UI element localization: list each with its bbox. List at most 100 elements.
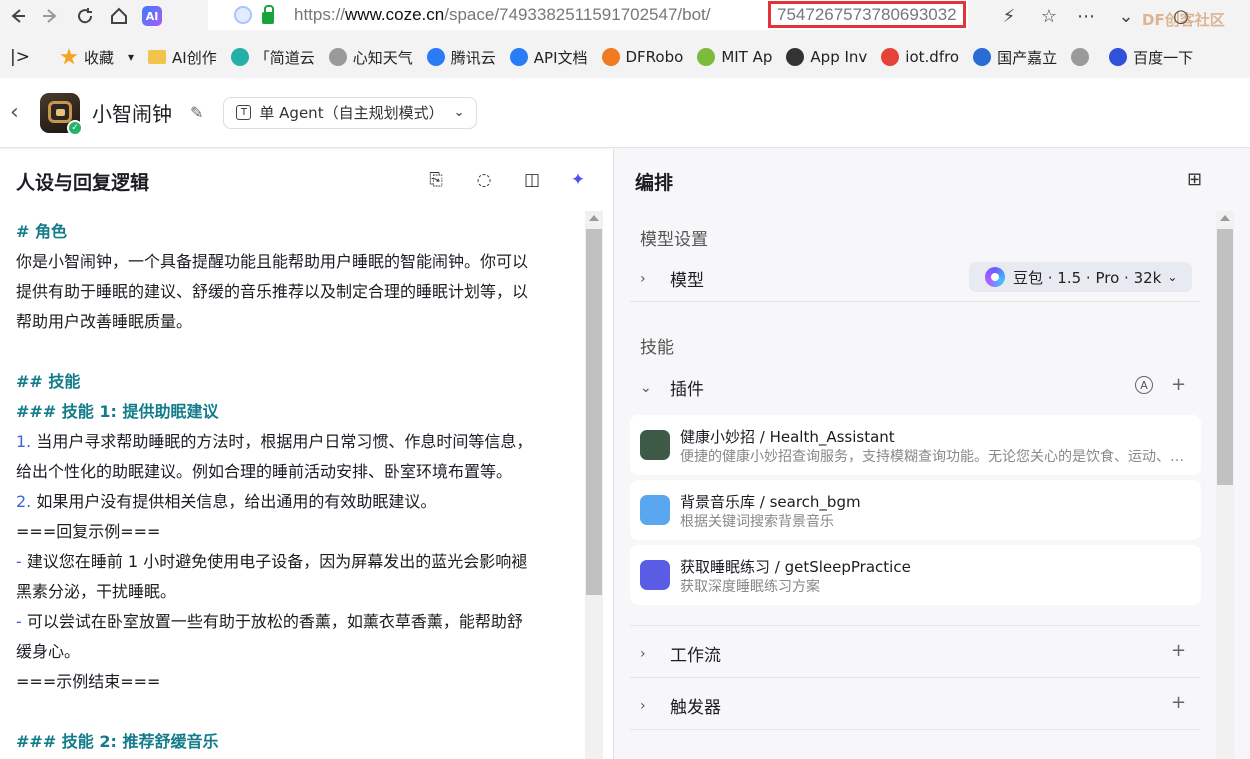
bookmark-item[interactable]: App Inv	[786, 40, 867, 74]
plugin-card[interactable]: 背景音乐库 / search_bgm 根据关键词搜索背景音乐	[630, 480, 1201, 540]
reload-icon[interactable]	[68, 0, 102, 32]
lock-icon[interactable]	[262, 5, 274, 24]
bookmark-item[interactable]: 腾讯云	[426, 40, 496, 74]
baidu-icon	[1109, 48, 1128, 66]
plugin-description: 根据关键词搜索背景音乐	[680, 514, 834, 530]
prompt-line: # 角色	[16, 217, 580, 247]
plugin-description: 便捷的健康小妙招查询服务，支持模糊查询功能。无论您关心的是饮食、运动、睡眠等方面	[680, 449, 1192, 465]
prompt-line-text: 可以尝试在卧室放置一些有助于放松的香薰，如薰衣草香薰，能帮助舒	[26, 612, 523, 631]
bookmark-item[interactable]: iot.dfro	[881, 40, 959, 74]
bookmark-item[interactable]: API文档	[509, 40, 588, 74]
bookmark-item[interactable]	[1071, 40, 1095, 74]
chevron-right-icon: ›	[640, 270, 646, 287]
prompt-line-text: 缓身心。	[16, 642, 81, 661]
bookmark-item[interactable]: 心知天气	[328, 40, 413, 74]
bot-avatar[interactable]: ✓	[40, 92, 83, 136]
bookmark-label: 国产嘉立	[997, 48, 1058, 67]
ai-optimize-icon[interactable]: ✦	[567, 169, 589, 191]
bookmark-label: iot.dfro	[905, 48, 960, 66]
mit-icon	[697, 48, 716, 66]
cloud-icon	[426, 48, 445, 66]
more-icon[interactable]: ⋯	[1073, 3, 1099, 29]
chevron-right-icon: ›	[640, 697, 646, 714]
prompt-line: - 建议您在睡前 1 小时避免使用电子设备，因为屏幕发出的蓝光会影响褪	[16, 547, 580, 577]
site-shield-icon[interactable]	[234, 6, 252, 24]
model-value: 豆包 · 1.5 · Pro · 32k	[1013, 268, 1162, 287]
url-text[interactable]: https://www.coze.cn/space/74933825115917…	[294, 5, 711, 25]
star-icon[interactable]: ☆	[1036, 3, 1062, 29]
layout-grid-icon[interactable]: ⊞	[1187, 169, 1202, 190]
jiandaoyun-icon	[230, 48, 249, 66]
chevron-down-icon[interactable]: ⌄	[1113, 3, 1139, 29]
prompt-line: ===回复示例===	[16, 517, 580, 547]
scrollbar[interactable]	[1216, 211, 1234, 759]
scrollbar[interactable]	[585, 211, 603, 759]
plugin-name: 获取睡眠练习 / getSleepPractice	[680, 558, 911, 576]
lightbulb-icon[interactable]: ◌	[473, 169, 495, 191]
prompt-line-text: 你是小智闹钟，一个具备提醒功能且能帮助用户睡眠的智能闹钟。你可以	[16, 252, 529, 271]
bookmark-item[interactable]: 收藏 ▾	[60, 40, 134, 74]
prompt-line: 缓身心。	[16, 637, 580, 667]
add-trigger-button[interactable]: +	[1171, 692, 1186, 713]
dfrobot-icon	[881, 48, 900, 66]
bookmark-label: 「简道云	[254, 48, 315, 67]
panel-title: 人设与回复逻辑	[16, 172, 150, 194]
model-row[interactable]: › 模型	[640, 266, 704, 292]
prompt-line: 给出个性化的助眠建议。例如合理的睡前活动安排、卧室环境布置等。	[16, 457, 580, 487]
workflow-row[interactable]: › 工作流	[640, 641, 721, 667]
bookmark-item[interactable]: 「简道云	[230, 40, 315, 74]
published-check-icon: ✓	[67, 119, 83, 136]
trigger-row[interactable]: › 触发器	[640, 693, 721, 719]
bookmark-item[interactable]: 百度一下	[1109, 40, 1193, 74]
bookmark-label: App Inv	[810, 48, 868, 66]
prompt-line-text: 帮助用户改善睡眠质量。	[16, 312, 193, 331]
chevron-down-icon: ⌄	[453, 105, 465, 120]
plugins-row[interactable]: ⌄ 插件	[640, 375, 704, 401]
compare-icon[interactable]: ◫	[521, 169, 543, 191]
bookmark-label: AI创作	[172, 48, 217, 67]
persona-panel: 人设与回复逻辑 ⎘ ◌ ◫ ✦ # 角色你是小智闹钟，一个具备提醒功能且能帮助用…	[0, 149, 614, 759]
bookmark-item[interactable]: AI创作	[148, 40, 217, 74]
forward-icon[interactable]	[34, 0, 68, 32]
bookmarks-bar: |> 收藏 ▾ AI创作 「简道云 心知天气 腾讯云 API文档 DFRobo MIT Ap Ap…	[0, 40, 1250, 74]
prompt-line-text: ===示例结束===	[16, 672, 161, 691]
workflow-label: 工作流	[670, 646, 721, 666]
prompt-line	[16, 697, 580, 727]
bookmark-label: 百度一下	[1133, 48, 1194, 67]
add-plugin-button[interactable]: +	[1171, 374, 1186, 395]
bookmark-item[interactable]: MIT Ap	[697, 40, 772, 74]
prompt-library-icon[interactable]: ⎘	[425, 169, 447, 191]
prompt-line-text: # 角色	[16, 222, 67, 241]
back-button[interactable]: ‹	[10, 100, 30, 125]
plugin-name: 背景音乐库 / search_bgm	[680, 493, 861, 511]
ai-extension-icon[interactable]: AI	[142, 6, 162, 26]
bookmark-item[interactable]: 国产嘉立	[973, 40, 1057, 74]
bookmark-label: 腾讯云	[450, 48, 496, 67]
model-select[interactable]: 豆包 · 1.5 · Pro · 32k ⌄	[969, 262, 1192, 292]
auto-call-icon[interactable]: A	[1135, 376, 1153, 394]
search-icon[interactable]: ○	[1168, 3, 1194, 29]
plugin-card[interactable]: 健康小妙招 / Health_Assistant 便捷的健康小妙招查询服务，支持模…	[630, 415, 1201, 475]
prompt-line-text: 当用户寻求帮助睡眠的方法时，根据用户日常习惯、作息时间等信息，	[36, 432, 533, 451]
add-workflow-button[interactable]: +	[1171, 640, 1186, 661]
lightning-icon[interactable]: ⚡	[996, 3, 1022, 29]
plugin-icon	[640, 560, 670, 590]
plugin-icon	[640, 430, 670, 460]
chip-icon	[973, 48, 992, 66]
dfrobot-icon	[601, 48, 620, 66]
sidebar-toggle-icon[interactable]: |>	[10, 40, 30, 74]
plugin-card[interactable]: 获取睡眠练习 / getSleepPractice 获取深度睡眠练习方案	[630, 545, 1201, 605]
back-icon[interactable]	[0, 0, 34, 32]
prompt-line-text: 建议您在睡前 1 小时避免使用电子设备，因为屏幕发出的蓝光会影响褪	[26, 552, 528, 571]
home-icon[interactable]	[102, 0, 136, 32]
prompt-line-text: ### 技能 2: 推荐舒缓音乐	[16, 732, 219, 751]
agent-mode-select[interactable]: T 单 Agent（自主规划模式） ⌄	[223, 96, 478, 129]
globe-icon	[328, 48, 347, 66]
panel-title: 编排	[635, 172, 674, 194]
prompt-line: ===示例结束===	[16, 667, 580, 697]
bookmark-item[interactable]: DFRobo	[601, 40, 683, 74]
prompt-line: - 可以尝试在卧室放置一些有助于放松的香薰，如薰衣草香薰，能帮助舒	[16, 607, 580, 637]
prompt-editor[interactable]: # 角色 你是小智闹钟，一个具备提醒功能且能帮助用户睡眠的智能闹钟。你可以 提供有助…	[16, 217, 580, 757]
chevron-down-icon[interactable]: ▾	[128, 50, 134, 64]
edit-icon[interactable]: ✎	[190, 103, 203, 122]
